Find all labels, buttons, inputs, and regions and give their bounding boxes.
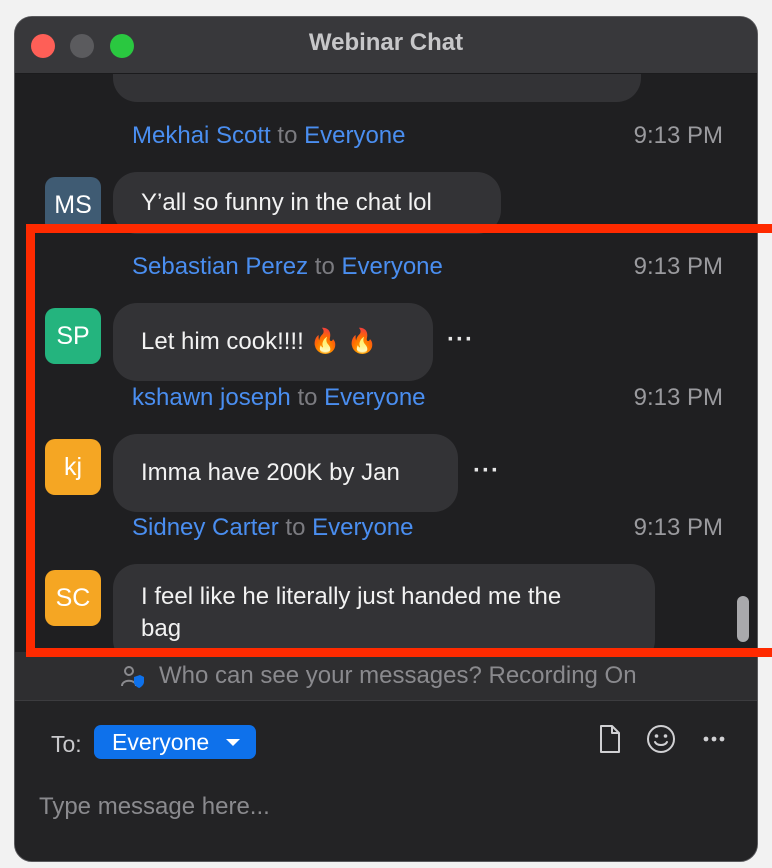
sender-name[interactable]: Sebastian Perez [132, 253, 308, 280]
recipient-dropdown[interactable]: Everyone [94, 725, 256, 759]
message-more-icon[interactable]: ··· [447, 326, 474, 354]
message-more-icon[interactable]: ··· [473, 457, 500, 485]
message-bubble[interactable]: Y’all so funny in the chat lol [113, 172, 501, 234]
sender-name[interactable]: Mekhai Scott [132, 122, 271, 149]
notice-text: Who can see your messages? Recording On [159, 662, 637, 689]
recipient-name[interactable]: Everyone [312, 514, 413, 541]
message-time: 9:13 PM [633, 514, 723, 541]
message-text: Let him cook!!!! 🔥 🔥 [141, 328, 377, 355]
message-text-line: I feel like he literally just handed me … [141, 583, 562, 610]
more-icon[interactable] [698, 723, 730, 755]
chat-window: Webinar Chat Mekhai Scott to Everyone 9:… [14, 16, 758, 862]
avatar: SC [45, 570, 101, 626]
file-icon[interactable] [593, 723, 625, 755]
message-input[interactable]: Type message here... [39, 793, 270, 821]
message-time: 9:13 PM [633, 122, 723, 149]
message-bubble[interactable]: Let him cook!!!! 🔥 🔥 [113, 303, 433, 381]
title-bar: Webinar Chat [15, 17, 757, 74]
previous-message-bubble [113, 74, 641, 102]
to-word: to [314, 253, 335, 280]
recipient-name[interactable]: Everyone [304, 122, 405, 149]
message-text: Imma have 200K by Jan [141, 459, 400, 486]
chat-scrollbar[interactable] [737, 596, 749, 642]
sender-name[interactable]: kshawn joseph [132, 384, 291, 411]
to-word: to [277, 122, 298, 149]
message-bubble[interactable]: Imma have 200K by Jan [113, 434, 458, 512]
avatar: kj [45, 439, 101, 495]
to-label: To: [51, 731, 82, 757]
sender-name[interactable]: Sidney Carter [132, 514, 279, 541]
message-time: 9:13 PM [633, 253, 723, 280]
message-time: 9:13 PM [633, 384, 723, 411]
window-title: Webinar Chat [308, 29, 464, 56]
recipient-value: Everyone [112, 729, 210, 755]
message-bubble[interactable]: I feel like he literally just handed me … [113, 564, 655, 652]
message-header: Sidney Carter to Everyone [132, 514, 413, 542]
compose-area: To: Everyone Type message here... [15, 701, 757, 861]
message-header: Sebastian Perez to Everyone [132, 253, 443, 281]
message-text: Y’all so funny in the chat lol [141, 189, 432, 216]
message-header: Mekhai Scott to Everyone [132, 122, 405, 150]
message-text-line: bag [141, 615, 182, 642]
to-word: to [297, 384, 318, 411]
message-header: kshawn joseph to Everyone [132, 384, 426, 412]
chevron-down-icon [226, 739, 240, 746]
chat-message-list[interactable]: Mekhai Scott to Everyone 9:13 PM MS Y’al… [15, 74, 757, 652]
to-word: to [285, 514, 306, 541]
avatar: SP [45, 308, 101, 364]
emoji-icon[interactable] [645, 723, 677, 755]
avatar: MS [45, 177, 101, 233]
visibility-notice[interactable]: Who can see your messages? Recording On [15, 652, 757, 701]
recipient-name[interactable]: Everyone [324, 384, 425, 411]
recipient-name[interactable]: Everyone [341, 253, 442, 280]
people-icon [121, 666, 144, 688]
